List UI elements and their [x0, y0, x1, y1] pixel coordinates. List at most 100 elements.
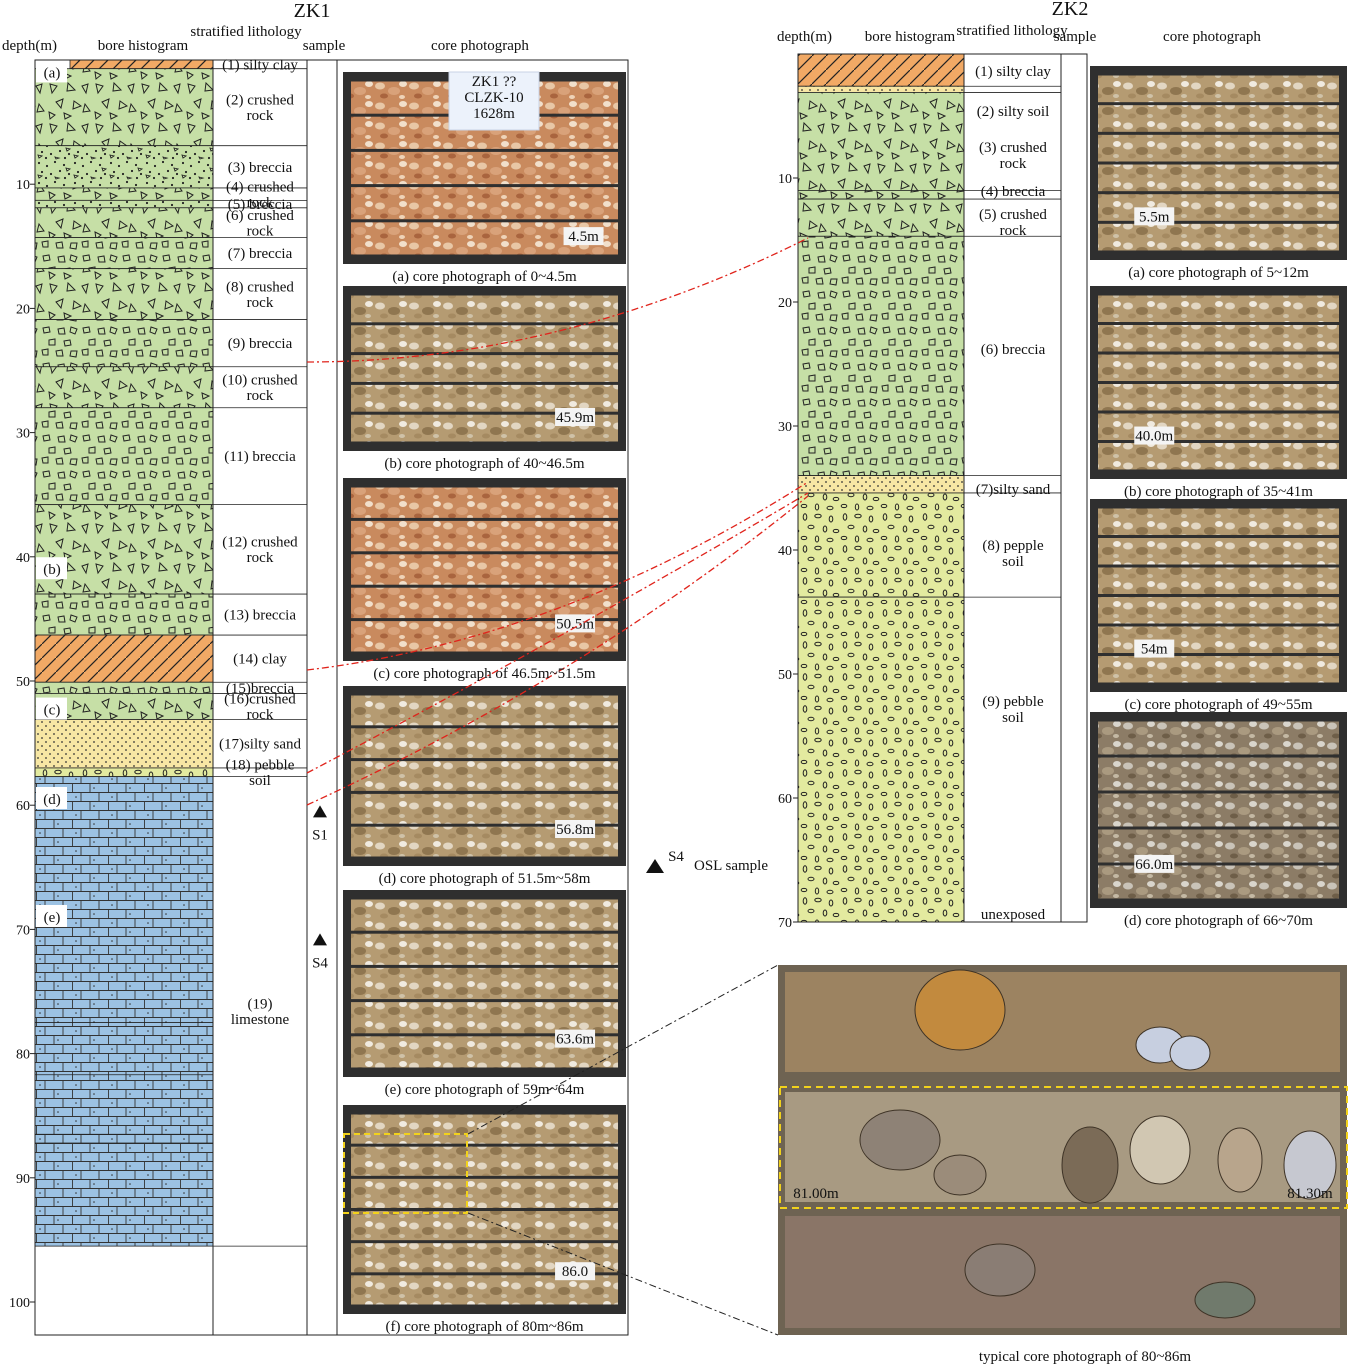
zk1-layer-label-3: (3) breccia	[228, 160, 293, 176]
zk2-core-photo-3-row-2	[1098, 538, 1339, 565]
zk1-core-photo-2-row-3	[351, 355, 618, 382]
zk2-depth-label-60: 60	[778, 792, 792, 807]
zk1-header-depth: depth(m)	[2, 38, 57, 54]
zk1-core-photo-2-row-1	[351, 295, 618, 323]
zk1-core-photo-2: 45.9m	[343, 286, 626, 451]
zk1-depth-label-50: 50	[16, 675, 30, 690]
typical-pebble-3	[1129, 1115, 1191, 1185]
zk1-photo-caption-6: (f) core photograph of 80m~86m	[385, 1319, 583, 1335]
zk1-core-photo-3-tag: 50.5m	[556, 616, 594, 632]
zk1-core-photo-2-row-4	[351, 384, 618, 412]
zk1-layer-8	[34, 268, 214, 320]
zk1-title: ZK1	[294, 0, 331, 22]
typical-label-right: 81.30m	[1287, 1186, 1333, 1202]
zk2-core-photo-1-row-3	[1098, 134, 1339, 162]
zk2-core-photo-2-row-1	[1098, 295, 1339, 322]
zk1-core-photo-3-row-4	[351, 587, 618, 619]
borehole-figure: ZK1 ZK2 depth(m) bore histogram stratifi…	[2, 0, 1348, 1365]
zk1-depth-label-80: 80	[16, 1048, 30, 1063]
zk1-section-marker-5: (e)	[44, 910, 61, 926]
zk1-layer-label-2: (2) crushed rock	[226, 92, 294, 124]
zk1-depth-label-10: 10	[16, 178, 30, 193]
zk1-layer-label-19: (19) limestone	[231, 997, 290, 1029]
zk1-core-photo-6-row-4	[351, 1211, 618, 1241]
zk1-layer-5	[34, 199, 214, 209]
zk2-layer-label-5: (5) crushed rock	[979, 207, 1047, 239]
zk1-layer-label-18: (18) pebble soil	[226, 758, 295, 790]
zk1-layer-1	[69, 59, 214, 70]
zk1-depth-label-30: 30	[16, 427, 30, 442]
zk2-core-photo-4: 66.0m	[1090, 712, 1347, 908]
zk2-photo-caption-4: (d) core photograph of 66~70m	[1124, 913, 1313, 929]
typical-pebble-1	[859, 1109, 941, 1171]
zk1-photo-a-sign-line-1: ZK1 ??	[472, 74, 517, 90]
osl-legend-triangle	[646, 859, 664, 873]
zk1-photo-a-sign-line-2: CLZK-10	[464, 90, 523, 106]
zk2-layer-1	[797, 53, 965, 87]
zk2-layer-label-4: (4) breccia	[981, 184, 1046, 200]
zk2-layer-label-1: (1) silty clay	[975, 64, 1051, 80]
zk1-core-photo-4-row-1	[351, 695, 618, 726]
zk2-header-sample: sample	[1054, 29, 1097, 45]
zk2-core-photo-1-row-5	[1098, 194, 1339, 221]
typical-pebble-10	[964, 1243, 1036, 1297]
zk2-header-photo: core photograph	[1163, 29, 1261, 45]
zk1-core-photo-1-tag: 4.5m	[568, 229, 599, 245]
typical-label-left: 81.00m	[793, 1186, 839, 1202]
zk2-layer-2	[797, 85, 965, 93]
zk2-layer-6	[797, 235, 965, 477]
zk1-core-photo-6-tag: 86.0	[562, 1264, 588, 1280]
zk1-layer-column	[34, 59, 214, 1247]
zk1-layer-13	[34, 593, 214, 636]
zk1-section-marker-3: (c)	[44, 703, 61, 719]
zk2-headers: depth(m) bore histogram stratified litho…	[777, 23, 1261, 45]
zk2-layer-column	[797, 53, 965, 923]
zk2-depth-label-70: 70	[778, 916, 792, 931]
zk2-core-photo-4-tag: 66.0m	[1135, 857, 1173, 873]
zk2-layer-9	[797, 596, 965, 923]
zk1-layer-14	[34, 634, 214, 683]
typical-pebble-9	[914, 969, 1006, 1051]
zk2-layer-3	[797, 92, 965, 191]
zk2-core-photo-3-row-4	[1098, 597, 1339, 624]
zk2-layer-label-8: (8) pepple soil	[982, 538, 1044, 570]
zk1-core-photo-1-row-3	[351, 151, 618, 185]
zk1-core-photo-4-tag: 56.8m	[556, 822, 594, 838]
osl-legend-text: OSL sample	[694, 858, 768, 874]
zk2-layer-8	[797, 492, 965, 598]
zk1-photo-caption-4: (d) core photograph of 51.5m~58m	[379, 871, 591, 887]
zk1-photo-a-sign: ZK1 ??CLZK-101628m	[448, 71, 540, 131]
zk1-core-photo-6-row-3	[351, 1178, 618, 1208]
zk1-depth-label-20: 20	[16, 302, 30, 317]
zk2-depth-label-30: 30	[778, 420, 792, 435]
zk1-layer-6	[34, 207, 214, 239]
zk2-depth-label-40: 40	[778, 544, 792, 559]
zk2-layer-label-7: (7)silty sand	[976, 482, 1051, 498]
zk1-layer-label-12: (12) crushed rock	[222, 535, 298, 567]
zk2-core-photo-4-row-1	[1098, 721, 1339, 755]
zk2-core-photo-2-row-3	[1098, 354, 1339, 381]
osl-legend-symbol: S4	[668, 849, 684, 865]
zk1-layer-3	[34, 145, 214, 189]
zk1-core-photo-5-row-2	[351, 933, 618, 965]
zk1-sample-triangle-2	[313, 933, 327, 946]
zk2-core-photo-1-row-6	[1098, 223, 1339, 251]
zk2-layer-label-2: (2) silty soil	[977, 104, 1050, 120]
zk2-core-photo-2-row-2	[1098, 325, 1339, 352]
zk1-layer-label-6: (6) crushed rock	[226, 208, 294, 240]
zk1-layer-label-8: (8) crushed rock	[226, 279, 294, 311]
zk2-photo-caption-2: (b) core photograph of 35~41m	[1124, 484, 1313, 500]
zk1-sample-label-2: S4	[312, 955, 328, 971]
zk1-photo-caption-2: (b) core photograph of 40~46.5m	[384, 456, 584, 472]
zk2-header-depth: depth(m)	[777, 29, 832, 45]
zk1-header-photo: core photograph	[431, 38, 529, 54]
zk2-photo-caption-1: (a) core photograph of 5~12m	[1128, 265, 1309, 281]
typical-pebble-11	[1194, 1281, 1256, 1319]
zk1-headers: depth(m) bore histogram stratified litho…	[2, 24, 529, 54]
typical-core-row-3	[785, 1216, 1340, 1328]
zk2-depth-label-50: 50	[778, 668, 792, 683]
zk1-layer-12	[34, 504, 214, 595]
zk2-core-photo-3-row-5	[1098, 626, 1339, 653]
zk2-core-photo-1-row-4	[1098, 164, 1339, 192]
typical-pebble-8	[1169, 1035, 1211, 1071]
